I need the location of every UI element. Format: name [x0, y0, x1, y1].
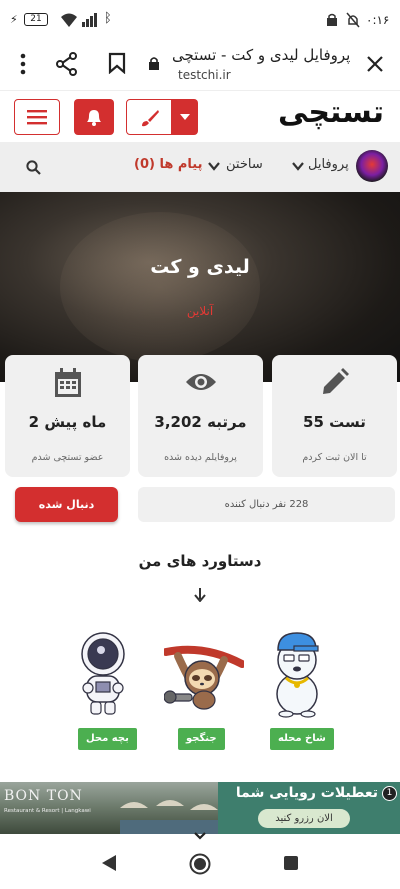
- status-bar: ⚡ 21 ᛒ ۰:۱۶: [0, 0, 400, 40]
- bookmark-icon[interactable]: [108, 52, 126, 74]
- menu-dots-icon[interactable]: [18, 53, 28, 75]
- recents-icon[interactable]: [283, 855, 299, 871]
- browser-bar: پروفایل لیدی و کت - تستچی testchi.ir: [0, 40, 400, 90]
- arrow-down-icon: [194, 588, 206, 602]
- search-icon[interactable]: [26, 160, 41, 175]
- hamburger-icon: [27, 110, 47, 125]
- battery-icon: 21: [24, 13, 48, 26]
- chevron-down-icon: [292, 162, 304, 171]
- create-dropdown-button[interactable]: [172, 99, 198, 135]
- create-test-button[interactable]: [126, 99, 172, 135]
- site-logo[interactable]: تستچی: [272, 95, 384, 130]
- site-header: تستچی: [0, 90, 400, 142]
- stat-caption: پروفایلم دیده شده: [164, 452, 237, 463]
- charging-icon: ⚡: [10, 13, 18, 26]
- achievement-badge[interactable]: شاخ محله: [270, 728, 334, 750]
- sloth-icon: [164, 645, 244, 710]
- muted-bell-icon: [346, 12, 360, 28]
- profile-name: لیدی و کت: [150, 256, 250, 278]
- brush-icon: [142, 110, 159, 127]
- home-icon[interactable]: [189, 853, 211, 875]
- achievements-title: دستاورد های من: [138, 552, 262, 570]
- wifi-icon: [61, 13, 77, 27]
- stat-value: 3,202 مرتبه: [154, 413, 247, 431]
- calendar-icon: [54, 368, 81, 397]
- ad-brand-sub: Restaurant & Resort | Langkawi: [4, 808, 91, 814]
- messages-link[interactable]: پیام ها (0): [134, 157, 203, 172]
- bluetooth-icon: ᛒ: [104, 11, 112, 26]
- ad-headline: تعطیلات رویایی شما: [235, 785, 378, 801]
- eye-icon: [185, 374, 216, 390]
- followers-count: 228 نفر دنبال کننده: [138, 487, 395, 522]
- signal-icon: [82, 13, 97, 27]
- stat-caption: عضو تستچی شدم: [31, 452, 104, 463]
- ad-image: BON TON Restaurant & Resort | Langkawi: [0, 782, 220, 834]
- stat-value: 2 ماه پیش: [28, 413, 107, 431]
- url-text: testchi.ir: [178, 68, 231, 82]
- chevron-down-icon: [208, 162, 220, 171]
- chevron-down-icon[interactable]: [194, 832, 206, 840]
- avatar[interactable]: [356, 150, 388, 182]
- lock-status-icon: [327, 13, 337, 26]
- share-icon[interactable]: [56, 52, 78, 76]
- stat-card-tests: 55 تست تا الان ثبت کردم: [272, 355, 397, 477]
- ad-banner[interactable]: BON TON Restaurant & Resort | Langkawi ت…: [0, 782, 400, 834]
- stat-value: 55 تست: [303, 413, 366, 431]
- close-icon[interactable]: [367, 56, 383, 72]
- stat-card-member: 2 ماه پیش عضو تستچی شدم: [5, 355, 130, 477]
- achievement-badge[interactable]: بچه محل: [78, 728, 137, 750]
- ad-brand: BON TON: [4, 788, 83, 804]
- secure-lock-icon: [149, 57, 159, 70]
- address-area[interactable]: پروفایل لیدی و کت - تستچی testchi.ir: [172, 46, 352, 82]
- back-icon[interactable]: [101, 854, 117, 872]
- ad-text-panel: تعطیلات رویایی شما 1 الان رزرو کنید: [218, 782, 400, 834]
- nav-profile-label: پروفایل: [308, 157, 349, 172]
- clock: ۰:۱۶: [366, 13, 390, 27]
- nav-profile[interactable]: پروفایل: [290, 156, 354, 178]
- stat-card-views: 3,202 مرتبه پروفایلم دیده شده: [138, 355, 263, 477]
- nav-build[interactable]: ساختن: [206, 156, 270, 178]
- achievement-badge[interactable]: جنگجو: [178, 728, 225, 750]
- ad-umbrellas: [120, 800, 220, 834]
- online-status: آنلاین: [186, 304, 214, 318]
- battery-level: 21: [30, 14, 42, 24]
- system-navigation: [0, 842, 400, 889]
- ad-cta[interactable]: الان رزرو کنید: [258, 809, 350, 828]
- polar-bear-icon: [276, 632, 319, 718]
- astronaut-icon: [81, 632, 125, 715]
- follow-button[interactable]: دنبال شده: [15, 487, 118, 522]
- pencil-icon: [322, 368, 349, 394]
- page-title: پروفایل لیدی و کت - تستچی: [172, 46, 351, 64]
- caret-down-icon: [180, 114, 190, 120]
- nav-build-label: ساختن: [226, 157, 263, 172]
- stat-caption: تا الان ثبت کردم: [302, 452, 367, 463]
- hero-background-art: [60, 212, 260, 362]
- bell-icon: [87, 110, 101, 126]
- notifications-button[interactable]: [74, 99, 114, 135]
- hamburger-button[interactable]: [14, 99, 60, 135]
- profile-nav: پیام ها (0) ساختن پروفایل: [0, 142, 400, 192]
- ad-number-icon: 1: [382, 786, 397, 801]
- profile-hero: لیدی و کت آنلاین: [0, 192, 400, 382]
